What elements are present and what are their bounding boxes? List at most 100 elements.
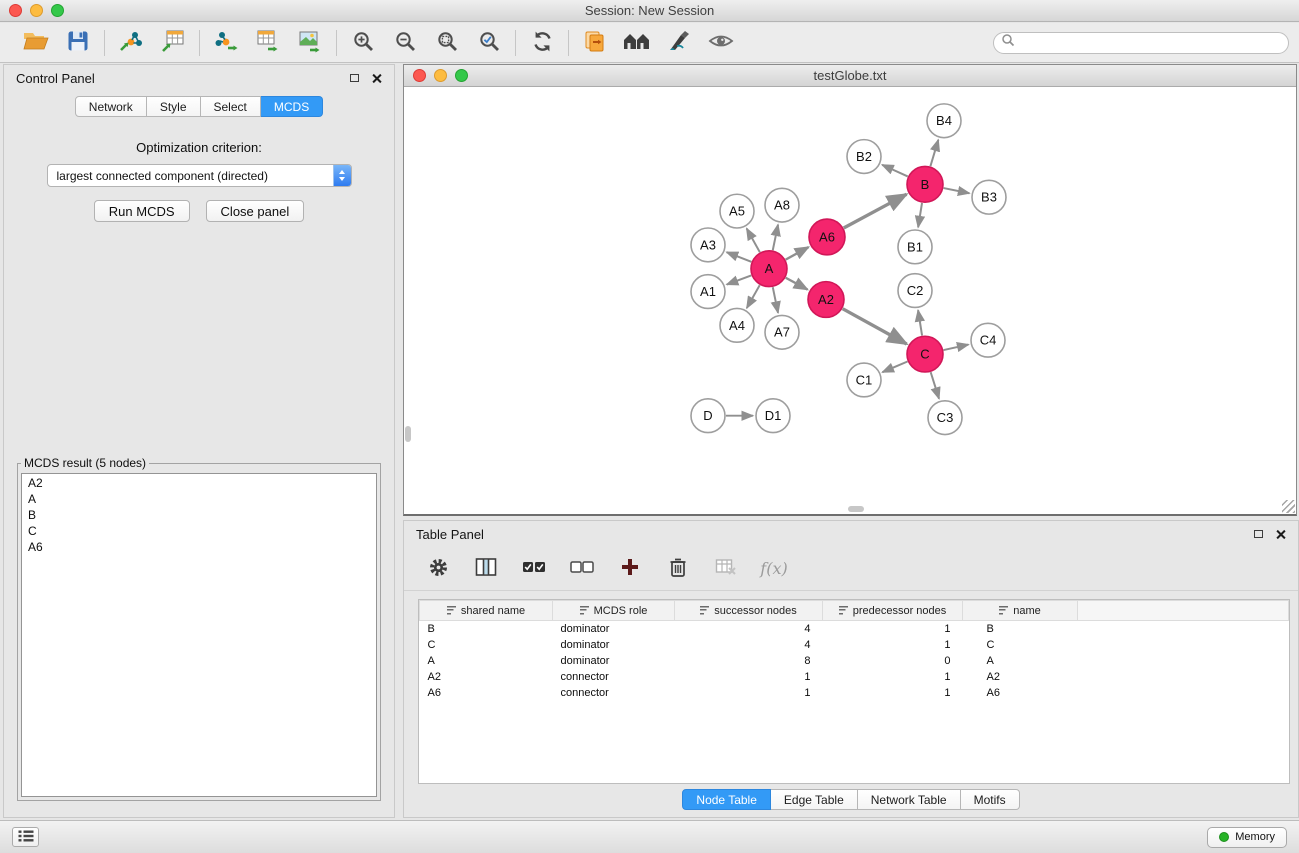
zoom-selected-button[interactable] bbox=[433, 29, 461, 57]
import-table-button[interactable] bbox=[159, 29, 187, 57]
cell[interactable]: 1 bbox=[823, 669, 963, 685]
node-C4[interactable]: C4 bbox=[971, 323, 1005, 357]
home-button[interactable] bbox=[623, 29, 651, 57]
task-history-button[interactable] bbox=[12, 827, 39, 847]
column-header-predecessor-nodes[interactable]: predecessor nodes bbox=[823, 601, 963, 621]
cell[interactable]: connector bbox=[553, 685, 675, 701]
select-all-button[interactable] bbox=[520, 555, 548, 583]
zoom-fit-button[interactable] bbox=[475, 29, 503, 57]
import-network-button[interactable] bbox=[117, 29, 145, 57]
node-A2[interactable]: A2 bbox=[808, 282, 844, 318]
edge-A-A4[interactable] bbox=[747, 285, 760, 308]
node-C1[interactable]: C1 bbox=[847, 363, 881, 397]
node-C2[interactable]: C2 bbox=[898, 274, 932, 308]
edge-A-A3[interactable] bbox=[727, 252, 752, 262]
result-item[interactable]: A2 bbox=[22, 475, 376, 491]
close-table-panel-icon[interactable] bbox=[1275, 529, 1286, 540]
show-graphics-details-button[interactable] bbox=[707, 29, 735, 57]
optimization-criterion-dropdown[interactable]: largest connected component (directed) bbox=[47, 164, 352, 187]
node-A[interactable]: A bbox=[751, 251, 787, 287]
memory-button[interactable]: Memory bbox=[1207, 827, 1287, 848]
cell[interactable]: B bbox=[963, 621, 1078, 637]
cell[interactable]: A2 bbox=[420, 669, 553, 685]
refresh-view-button[interactable] bbox=[528, 29, 556, 57]
result-item[interactable]: A bbox=[22, 491, 376, 507]
tab-network[interactable]: Network bbox=[75, 96, 147, 117]
column-header-mcds-role[interactable]: MCDS role bbox=[553, 601, 675, 621]
cell[interactable]: dominator bbox=[553, 621, 675, 637]
node-A6[interactable]: A6 bbox=[809, 219, 845, 255]
tab-mcds[interactable]: MCDS bbox=[261, 96, 323, 117]
edge-A2-C[interactable] bbox=[843, 309, 907, 344]
node-A5[interactable]: A5 bbox=[720, 194, 754, 228]
minimize-view-button[interactable] bbox=[434, 69, 447, 82]
horizontal-scrollbar-thumb[interactable] bbox=[848, 506, 864, 512]
network-canvas[interactable]: B4B2BB3A5A8A6A3B1AA1C2A2A4A7C4CC1C3DD1 bbox=[404, 88, 1296, 514]
close-panel-button[interactable]: Close panel bbox=[206, 200, 305, 222]
deselect-all-button[interactable] bbox=[568, 555, 596, 583]
table-row[interactable]: A2connector11A2 bbox=[420, 669, 1289, 685]
first-neighbors-button[interactable] bbox=[581, 29, 609, 57]
node-A8[interactable]: A8 bbox=[765, 188, 799, 222]
column-header-successor-nodes[interactable]: successor nodes bbox=[675, 601, 823, 621]
cell[interactable]: C bbox=[420, 637, 553, 653]
node-B4[interactable]: B4 bbox=[927, 104, 961, 138]
function-builder-button[interactable]: f(x) bbox=[760, 555, 788, 583]
cell[interactable]: A2 bbox=[963, 669, 1078, 685]
search-input[interactable] bbox=[1019, 36, 1281, 50]
vertical-scrollbar-thumb[interactable] bbox=[405, 426, 411, 442]
open-session-button[interactable] bbox=[22, 29, 50, 57]
float-panel-icon[interactable] bbox=[350, 74, 359, 82]
result-item[interactable]: B bbox=[22, 507, 376, 523]
edge-B-B3[interactable] bbox=[944, 188, 970, 193]
node-A4[interactable]: A4 bbox=[720, 308, 754, 342]
edge-C-C4[interactable] bbox=[944, 345, 969, 351]
tab-motifs[interactable]: Motifs bbox=[961, 789, 1020, 810]
delete-columns-button[interactable] bbox=[664, 555, 692, 583]
node-B[interactable]: B bbox=[907, 166, 943, 202]
result-item[interactable]: C bbox=[22, 523, 376, 539]
table-row[interactable]: A6connector11A6 bbox=[420, 685, 1289, 701]
export-network-button[interactable] bbox=[212, 29, 240, 57]
delete-table-button[interactable] bbox=[712, 555, 740, 583]
zoom-view-button[interactable] bbox=[455, 69, 468, 82]
edge-A-A8[interactable] bbox=[773, 225, 778, 251]
cell[interactable]: C bbox=[963, 637, 1078, 653]
node-D1[interactable]: D1 bbox=[756, 399, 790, 433]
float-table-panel-icon[interactable] bbox=[1254, 530, 1263, 538]
node-A3[interactable]: A3 bbox=[691, 228, 725, 262]
cell[interactable]: connector bbox=[553, 669, 675, 685]
node-B1[interactable]: B1 bbox=[898, 230, 932, 264]
result-item[interactable]: A6 bbox=[22, 539, 376, 555]
cell[interactable]: 8 bbox=[675, 653, 823, 669]
cell[interactable]: dominator bbox=[553, 637, 675, 653]
show-columns-button[interactable] bbox=[472, 555, 500, 583]
node-C[interactable]: C bbox=[907, 336, 943, 372]
cell[interactable]: A6 bbox=[420, 685, 553, 701]
node-A1[interactable]: A1 bbox=[691, 275, 725, 309]
node-C3[interactable]: C3 bbox=[928, 401, 962, 435]
mcds-result-list[interactable]: A2ABCA6 bbox=[21, 473, 377, 797]
cell[interactable]: A bbox=[963, 653, 1078, 669]
cell[interactable]: 1 bbox=[823, 637, 963, 653]
zoom-in-button[interactable] bbox=[349, 29, 377, 57]
cell[interactable]: 1 bbox=[823, 685, 963, 701]
table-row[interactable]: Adominator80A bbox=[420, 653, 1289, 669]
node-B2[interactable]: B2 bbox=[847, 140, 881, 174]
cell[interactable]: B bbox=[420, 621, 553, 637]
edge-A-A2[interactable] bbox=[786, 278, 808, 290]
close-panel-icon[interactable] bbox=[371, 73, 382, 84]
cell[interactable]: A6 bbox=[963, 685, 1078, 701]
cell[interactable]: 4 bbox=[675, 621, 823, 637]
node-A7[interactable]: A7 bbox=[765, 315, 799, 349]
save-session-button[interactable] bbox=[64, 29, 92, 57]
export-table-button[interactable] bbox=[254, 29, 282, 57]
node-B3[interactable]: B3 bbox=[972, 180, 1006, 214]
cell[interactable]: 0 bbox=[823, 653, 963, 669]
cell[interactable]: A bbox=[420, 653, 553, 669]
edge-B-B2[interactable] bbox=[882, 165, 908, 177]
table-row[interactable]: Bdominator41B bbox=[420, 621, 1289, 637]
edge-A-A7[interactable] bbox=[773, 287, 778, 313]
minimize-window-button[interactable] bbox=[30, 4, 43, 17]
table-row[interactable]: Cdominator41C bbox=[420, 637, 1289, 653]
